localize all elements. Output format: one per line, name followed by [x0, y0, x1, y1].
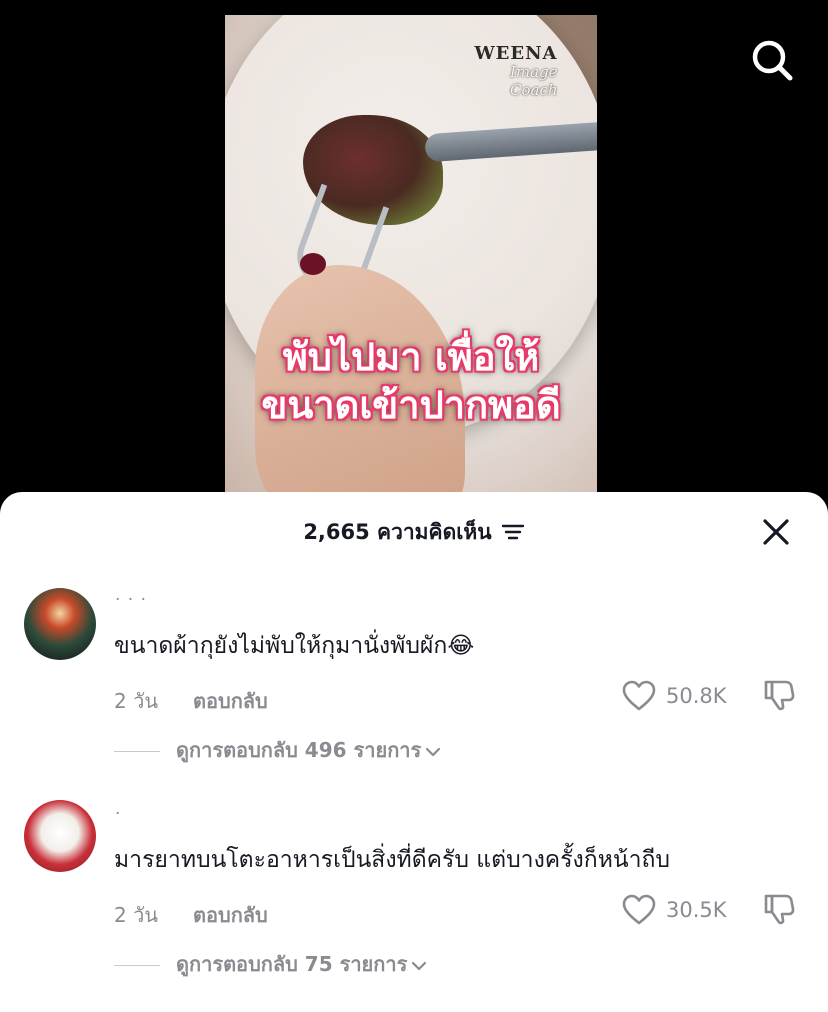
avatar[interactable] [24, 800, 96, 872]
comments-header: 2,665 ความคิดเห็น [0, 514, 828, 554]
reply-divider-line [114, 965, 160, 966]
heart-icon[interactable] [622, 894, 656, 926]
reply-button[interactable]: ตอบกลับ [193, 899, 268, 931]
comment-time: 2 วัน [114, 903, 158, 927]
reply-button[interactable]: ตอบกลับ [193, 685, 268, 717]
video-frame[interactable]: WEENA Image Coach พับไปมา เพื่อให้ ขนาดเ… [225, 15, 597, 500]
like-count: 30.5K [666, 898, 727, 922]
heart-icon[interactable] [622, 680, 656, 712]
chevron-down-icon [426, 747, 441, 756]
chevron-down-icon [412, 961, 427, 970]
video-watermark: WEENA Image Coach [470, 43, 558, 100]
comment-username[interactable]: · [115, 804, 121, 824]
filter-icon[interactable] [501, 522, 525, 542]
view-replies-button[interactable]: ดูการตอบกลับ 496 รายการ [114, 734, 441, 766]
video-caption: พับไปมา เพื่อให้ ขนาดเข้าปากพอดี [225, 333, 597, 429]
view-replies-button[interactable]: ดูการตอบกลับ 75 รายการ [114, 948, 427, 980]
comment-username[interactable]: · · · [115, 590, 147, 610]
watermark-line1: WEENA [474, 43, 558, 64]
reply-divider-line [114, 751, 160, 752]
watermark-line2: Image [509, 63, 558, 81]
comment-text: มารยาทบนโตะอาหารเป็นสิ่งที่ดีครับ แต่บาง… [114, 847, 671, 873]
comment-text: ขนาดผ้ากุยังไม่พับให้กุมานั่งพับผัก😂 [114, 633, 475, 659]
watermark-line3: Coach [510, 81, 558, 99]
comment-count-title: 2,665 ความคิดเห็น [303, 520, 492, 544]
view-replies-label: ดูการตอบกลับ 496 รายการ [176, 738, 422, 762]
caption-line2: ขนาดเข้าปากพอดี [261, 383, 561, 427]
avatar[interactable] [24, 588, 96, 660]
close-icon[interactable] [760, 516, 792, 548]
video-player[interactable]: WEENA Image Coach พับไปมา เพื่อให้ ขนาดเ… [0, 0, 828, 500]
like-count: 50.8K [666, 684, 727, 708]
view-replies-label: ดูการตอบกลับ 75 รายการ [176, 952, 408, 976]
search-icon[interactable] [750, 38, 794, 82]
caption-line1: พับไปมา เพื่อให้ [282, 335, 540, 379]
comment-time: 2 วัน [114, 689, 158, 713]
video-fingernail [300, 253, 326, 275]
thumbs-down-icon[interactable] [762, 892, 796, 926]
comments-sheet: 2,665 ความคิดเห็น · · · ขนาดผ้ากุยังไม่พ… [0, 492, 828, 1012]
thumbs-down-icon[interactable] [762, 678, 796, 712]
